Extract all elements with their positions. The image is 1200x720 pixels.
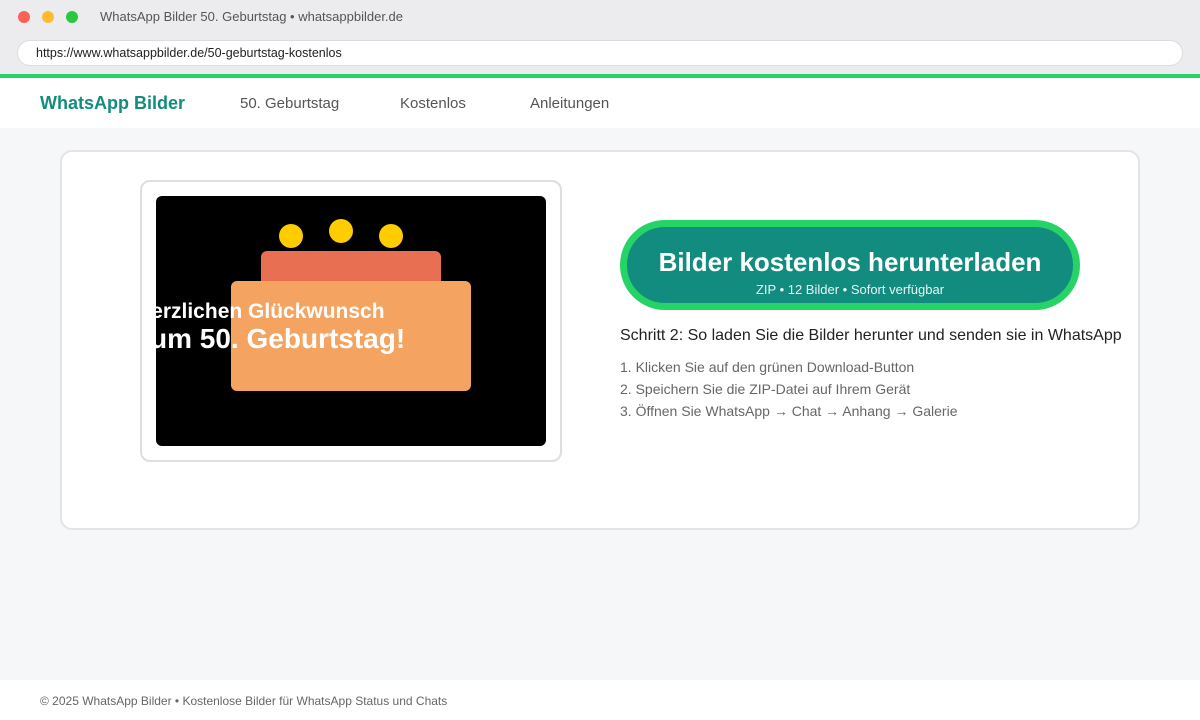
candle-flame-icon	[279, 224, 303, 248]
instructions-list: 1. Klicken Sie auf den grünen Download-B…	[620, 356, 957, 422]
download-button-subtitle: ZIP • 12 Bilder • Sofort verfügbar	[755, 282, 945, 297]
image-preview-frame: Herzlichen Glückwunsch zum 50. Geburtsta…	[140, 180, 562, 462]
download-button-label: Bilder kostenlos herunterladen	[658, 247, 1042, 277]
preview-greeting-line2: zum 50. Geburtstag!	[156, 323, 406, 354]
nav-link-50-geburtstag[interactable]: 50. Geburtstag	[240, 95, 339, 112]
brand-logo-link[interactable]: WhatsApp Bilder	[40, 93, 185, 114]
window-title: WhatsApp Bilder 50. Geburtstag • whatsap…	[100, 9, 404, 24]
window-titlebar: WhatsApp Bilder 50. Geburtstag • whatsap…	[0, 0, 1200, 32]
list-item: 2. Speichern Sie die ZIP-Datei auf Ihrem…	[620, 381, 911, 397]
download-button[interactable]: Bilder kostenlos herunterladen ZIP • 12 …	[620, 220, 1080, 310]
nav-link-anleitungen[interactable]: Anleitungen	[530, 95, 609, 112]
address-bar: https://www.whatsappbilder.de/50-geburts…	[0, 32, 1200, 74]
close-window-button[interactable]	[18, 11, 30, 23]
list-item: 1. Klicken Sie auf den grünen Download-B…	[620, 359, 915, 375]
nav-link-kostenlos[interactable]: Kostenlos	[400, 95, 466, 112]
page-footer: © 2025 WhatsApp Bilder • Kostenlose Bild…	[0, 680, 1200, 720]
preview-greeting-line1: Herzlichen Glückwunsch	[156, 300, 385, 323]
birthday-image-preview: Herzlichen Glückwunsch zum 50. Geburtsta…	[156, 196, 546, 446]
url-input[interactable]: https://www.whatsappbilder.de/50-geburts…	[17, 40, 1183, 66]
download-card: Herzlichen Glückwunsch zum 50. Geburtsta…	[60, 150, 1140, 530]
maximize-window-button[interactable]	[66, 11, 78, 23]
footer-copyright: © 2025 WhatsApp Bilder • Kostenlose Bild…	[40, 694, 448, 708]
minimize-window-button[interactable]	[42, 11, 54, 23]
site-navigation: WhatsApp Bilder 50. Geburtstag Kostenlos…	[0, 78, 1200, 128]
candle-flame-icon	[379, 224, 403, 248]
candle-flame-icon	[329, 219, 353, 243]
instructions-heading: Schritt 2: So laden Sie die Bilder herun…	[620, 327, 1122, 344]
list-item: 3. Öffnen Sie WhatsApp → Chat → Anhang →…	[620, 403, 958, 419]
